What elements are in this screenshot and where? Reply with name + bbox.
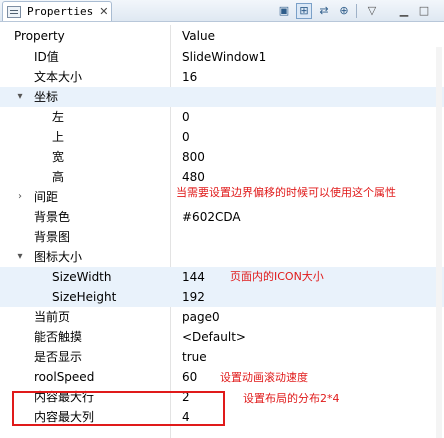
chevron-right-icon[interactable]: › <box>14 187 26 207</box>
speed-annotation: 设置动画滚动速度 <box>220 371 308 384</box>
chevron-down-icon[interactable]: ▾ <box>14 87 26 107</box>
property-name: 能否触摸 <box>34 330 83 344</box>
table-row[interactable]: 背景图 <box>0 227 444 247</box>
property-value[interactable]: 0 <box>182 127 190 147</box>
property-name: 图标大小 <box>34 250 83 264</box>
property-name: 间距 <box>34 190 59 204</box>
column-property[interactable]: Property <box>14 25 65 47</box>
property-name: 是否显示 <box>34 350 83 364</box>
vertical-scrollbar[interactable] <box>436 47 442 438</box>
table-row[interactable]: 文本大小 16 <box>0 67 444 87</box>
filter-icon[interactable]: ⇄ <box>316 3 332 19</box>
property-name: 背景图 <box>34 230 71 244</box>
minimize-icon[interactable]: ▁ <box>396 3 412 19</box>
icon-size-annotation: 页面内的ICON大小 <box>230 270 324 283</box>
property-name: SizeWidth <box>52 270 112 284</box>
close-icon[interactable]: ✕ <box>99 5 108 18</box>
table-row[interactable]: 当前页 page0 <box>0 307 444 327</box>
properties-icon <box>7 5 21 18</box>
property-name: 上 <box>52 130 65 144</box>
property-value[interactable]: page0 <box>182 307 220 327</box>
property-value[interactable]: 16 <box>182 67 197 87</box>
table-row[interactable]: 上 0 <box>0 127 444 147</box>
property-value[interactable]: <Default> <box>182 327 246 347</box>
table-row[interactable]: 能否触摸 <Default> <box>0 327 444 347</box>
toolbar-separator <box>356 4 357 18</box>
property-name: 文本大小 <box>34 70 83 84</box>
table-row[interactable]: SizeHeight 192 <box>0 287 444 307</box>
table-row[interactable]: SizeWidth 144 <box>0 267 444 287</box>
property-name: roolSpeed <box>34 370 95 384</box>
column-header: Property Value <box>0 25 444 47</box>
property-value[interactable]: #602CDA <box>182 207 241 227</box>
property-value[interactable]: true <box>182 347 207 367</box>
tree-view-icon[interactable]: ⊞ <box>296 3 312 19</box>
menu-icon[interactable]: ▽ <box>364 3 380 19</box>
property-value[interactable]: 144 <box>182 267 205 287</box>
chevron-down-icon[interactable]: ▾ <box>14 247 26 267</box>
margin-annotation: 当需要设置边界偏移的时候可以使用这个属性 <box>176 186 396 199</box>
property-name: ID值 <box>34 50 59 64</box>
property-name: 背景色 <box>34 210 71 224</box>
table-row-group[interactable]: ▾ 图标大小 <box>0 247 444 267</box>
highlight-box <box>12 391 225 426</box>
tab-label: Properties <box>27 5 94 18</box>
property-name: 左 <box>52 110 65 124</box>
table-row[interactable]: 是否显示 true <box>0 347 444 367</box>
property-value[interactable]: SlideWindow1 <box>182 47 266 67</box>
property-value[interactable]: 0 <box>182 107 190 127</box>
property-name: 宽 <box>52 150 65 164</box>
expand-icon[interactable]: ⊕ <box>336 3 352 19</box>
property-name: 高 <box>52 170 65 184</box>
tab-properties[interactable]: Properties ✕ <box>2 1 112 21</box>
table-row[interactable]: 背景色 #602CDA <box>0 207 444 227</box>
property-name: 当前页 <box>34 310 71 324</box>
table-row[interactable]: 宽 800 <box>0 147 444 167</box>
table-row[interactable]: ID值 SlideWindow1 <box>0 47 444 67</box>
new-icon[interactable]: ▣ <box>276 3 292 19</box>
property-name: 坐标 <box>34 90 59 104</box>
property-name: SizeHeight <box>52 290 117 304</box>
column-value[interactable]: Value <box>182 25 215 47</box>
layout-annotation: 设置布局的分布2*4 <box>243 392 340 405</box>
property-value[interactable]: 192 <box>182 287 205 307</box>
property-value[interactable]: 800 <box>182 147 205 167</box>
property-value[interactable]: 60 <box>182 367 197 387</box>
view-tab-bar: Properties ✕ ▣ ⊞ ⇄ ⊕ ▽ ▁ □ <box>0 0 444 22</box>
table-row-group[interactable]: ▾ 坐标 <box>0 87 444 107</box>
maximize-icon[interactable]: □ <box>416 3 432 19</box>
table-row[interactable]: 左 0 <box>0 107 444 127</box>
